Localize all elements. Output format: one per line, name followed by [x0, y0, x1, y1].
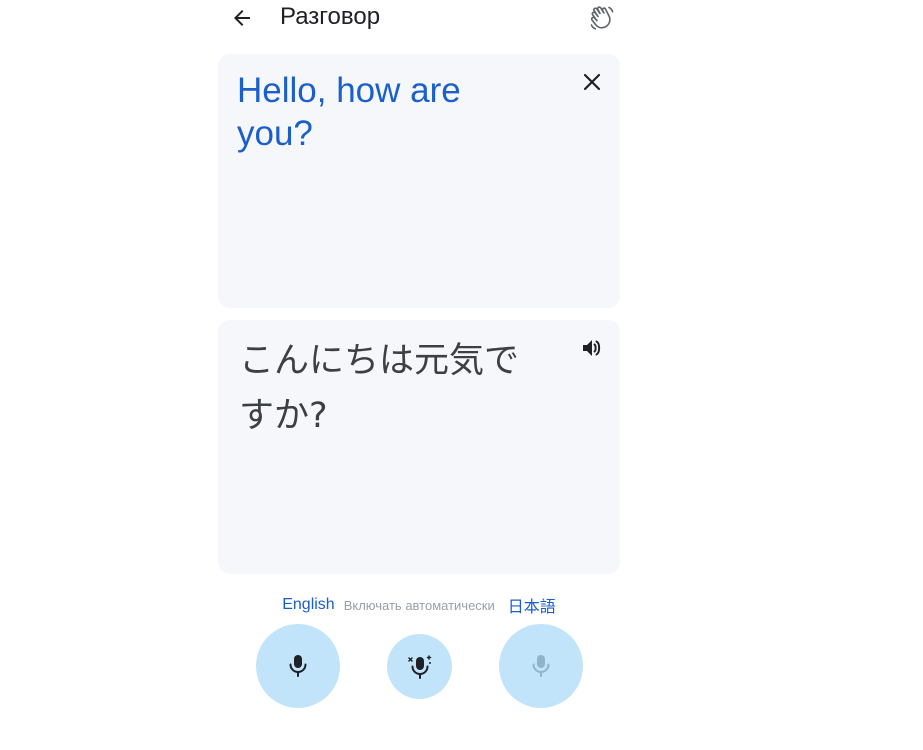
back-button[interactable]: [228, 4, 256, 32]
clear-button[interactable]: [580, 70, 604, 94]
target-language[interactable]: 日本語: [508, 593, 556, 617]
source-language[interactable]: English: [282, 596, 334, 614]
wave-button[interactable]: [586, 2, 618, 34]
source-text-card[interactable]: Hello, how are you?: [218, 54, 620, 308]
mic-icon: [532, 655, 550, 677]
auto-mic-icon: [407, 654, 431, 679]
mic-button-english[interactable]: [256, 624, 340, 708]
top-app-bar: Разговор: [218, 0, 620, 36]
translated-text-card[interactable]: こんにちは元気ですか?: [218, 320, 620, 574]
page-title: Разговор: [280, 3, 381, 30]
close-icon: [583, 73, 601, 91]
mic-button-japanese[interactable]: [499, 624, 583, 708]
arrow-back-icon: [234, 10, 250, 26]
mic-icon: [289, 655, 307, 677]
language-row: English Включать автоматически 日本語: [218, 594, 620, 616]
conversation-screen: Разговор Hello, how are you? こんにちは元気ですか?: [0, 0, 923, 750]
listen-button[interactable]: [578, 334, 606, 362]
source-text: Hello, how are you?: [237, 71, 461, 153]
waving-hand-icon: [590, 6, 614, 30]
translated-text: こんにちは元気ですか?: [239, 341, 520, 436]
auto-mode-label[interactable]: Включать автоматически: [344, 598, 495, 613]
volume-up-icon: [583, 340, 601, 356]
auto-mic-button[interactable]: [387, 634, 452, 699]
